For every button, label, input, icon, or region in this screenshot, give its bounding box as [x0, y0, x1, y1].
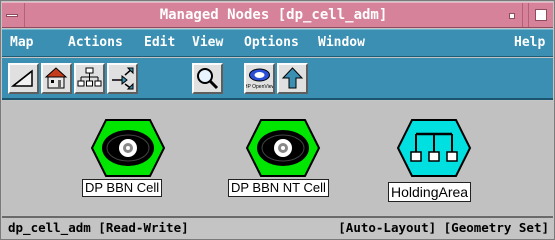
navigate-arrows-icon: [112, 67, 134, 90]
holding-area-hexagon-icon: [396, 119, 472, 177]
node-label: HoldingArea: [388, 182, 472, 202]
status-layout-flags: [Auto-Layout] [Geometry Set]: [338, 220, 549, 235]
node-dp-bbn-nt-cell[interactable]: DP BBN NT Cell: [228, 118, 358, 198]
menu-edit[interactable]: Edit: [144, 30, 175, 56]
search-button[interactable]: [192, 63, 223, 94]
menu-window[interactable]: Window: [318, 30, 365, 56]
menu-bar: Map Actions Edit View Options Window Hel…: [2, 29, 553, 57]
title-bar[interactable]: Managed Nodes [dp_cell_adm]: [2, 2, 553, 28]
svg-text:HP OpenView: HP OpenView: [246, 84, 273, 90]
cell-hexagon-icon: [90, 119, 166, 177]
node-label: DP BBN NT Cell: [228, 179, 329, 197]
window-title: Managed Nodes [dp_cell_adm]: [24, 3, 523, 27]
toolbar: HP OpenView: [2, 58, 553, 100]
hierarchy-icon: [77, 67, 102, 87]
hp-openview-logo-icon: HP OpenView: [246, 68, 273, 90]
home-icon: [44, 67, 68, 89]
map-canvas[interactable]: DP BBN Cell DP BBN NT Cell HoldingArea: [2, 101, 553, 215]
window-menu-icon: [6, 14, 18, 17]
up-triangle-icon: [10, 69, 33, 87]
up-arrow-icon: [281, 67, 304, 89]
maximize-button[interactable]: [528, 3, 553, 27]
managed-nodes-window: Managed Nodes [dp_cell_adm] Map Actions …: [0, 0, 555, 240]
maximize-icon: [535, 9, 547, 21]
menu-view[interactable]: View: [192, 30, 223, 56]
menu-actions[interactable]: Actions: [68, 30, 123, 56]
hierarchy-button[interactable]: [74, 63, 105, 94]
status-map-mode: dp_cell_adm [Read-Write]: [8, 220, 189, 235]
up-triangle-button[interactable]: [8, 63, 39, 94]
menu-map[interactable]: Map: [10, 30, 33, 56]
node-holding-area[interactable]: HoldingArea: [388, 118, 498, 203]
node-label: DP BBN Cell: [82, 179, 163, 197]
window-menu-button[interactable]: [2, 3, 22, 27]
minimize-icon: [509, 13, 515, 19]
hp-openview-button[interactable]: HP OpenView: [244, 63, 275, 94]
home-button[interactable]: [41, 63, 72, 94]
navigate-button[interactable]: [107, 63, 138, 94]
menu-options[interactable]: Options: [244, 30, 299, 56]
cell-hexagon-icon: [245, 119, 321, 177]
menu-help[interactable]: Help: [514, 30, 545, 56]
up-arrow-button[interactable]: [277, 63, 308, 94]
status-bar: dp_cell_adm [Read-Write] [Auto-Layout] […: [2, 216, 553, 239]
node-dp-bbn-cell[interactable]: DP BBN Cell: [82, 118, 182, 198]
magnifier-icon: [197, 68, 219, 90]
